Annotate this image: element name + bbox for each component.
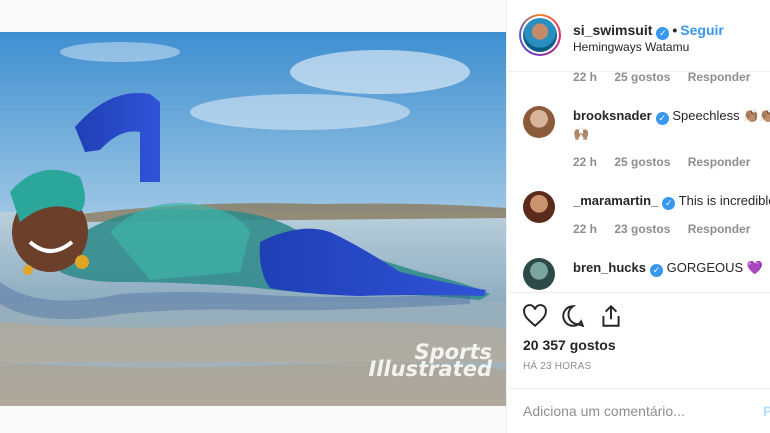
- reply-button[interactable]: Responder: [688, 222, 751, 236]
- avatar[interactable]: [523, 106, 555, 138]
- comment-username[interactable]: _maramartin_: [573, 193, 658, 208]
- comment-text: brooksnader ✓ Speechless 👏🏽👏🏽: [573, 107, 770, 125]
- comment-meta: 22 h 25 gostos Responder: [573, 72, 764, 84]
- comment-body: This is incredible: [678, 193, 770, 208]
- comment-likes[interactable]: 25 gostos: [614, 155, 670, 169]
- comment-time: 22 h: [573, 155, 598, 169]
- reply-button[interactable]: Responder: [688, 72, 751, 84]
- header-user: si_swimsuit ✓ • Seguir: [573, 22, 724, 40]
- avatar[interactable]: [523, 258, 555, 290]
- separator: •: [672, 22, 678, 38]
- watermark: Sports Illustrated: [322, 342, 492, 381]
- comment-body: Speechless: [672, 108, 740, 123]
- comment-text: _maramartin_ ✓ This is incredible: [573, 192, 770, 210]
- comment-text: bren_hucks ✓ GORGEOUS 💜: [573, 259, 770, 277]
- avatar[interactable]: [523, 191, 555, 223]
- post-time: HÁ 23 HORAS: [523, 361, 592, 372]
- side-panel: si_swimsuit ✓ • Seguir Hemingways Watamu 22…: [506, 0, 770, 433]
- comment-time: 22 h: [573, 222, 598, 236]
- comment-username[interactable]: brooksnader: [573, 108, 652, 123]
- comment-meta: 22 h 25 gostos Responder: [573, 155, 764, 169]
- share-icon[interactable]: [598, 303, 624, 329]
- instagram-post: Sports Illustrated si_swimsuit ✓ • Seguir H…: [0, 0, 770, 433]
- post-image[interactable]: Sports Illustrated: [0, 32, 506, 406]
- watermark-line2: Illustrated: [368, 357, 492, 381]
- comment-body: GORGEOUS 💜: [666, 260, 763, 275]
- comment-icon[interactable]: [560, 303, 586, 329]
- clap-icon: 👏🏽👏🏽: [743, 108, 770, 123]
- verified-icon: ✓: [656, 27, 670, 40]
- comment-meta: 22 h 23 gostos Responder: [573, 222, 764, 236]
- comment-time: 22 h: [573, 72, 598, 84]
- top-strip: [0, 0, 506, 32]
- comment-username[interactable]: bren_hucks: [573, 260, 646, 275]
- bottom-strip: [0, 406, 506, 433]
- add-comment-bar: P: [507, 388, 770, 433]
- reply-button[interactable]: Responder: [688, 155, 751, 169]
- avatar-image: [523, 18, 557, 52]
- verified-icon: ✓: [655, 112, 669, 125]
- verified-icon: ✓: [662, 197, 676, 210]
- comment-input[interactable]: [523, 403, 743, 419]
- verified-icon: ✓: [649, 264, 663, 277]
- comment-emoji: 🙌🏽: [573, 126, 590, 141]
- comment-likes[interactable]: 23 gostos: [614, 222, 670, 236]
- comments-list: 22 h 25 gostos Responder brooksnader ✓ Sp…: [507, 72, 770, 292]
- likes-count[interactable]: 20 357 gostos: [523, 337, 616, 353]
- comment-likes[interactable]: 25 gostos: [614, 72, 670, 84]
- action-bar: 20 357 gostos HÁ 23 HORAS: [507, 292, 770, 382]
- username-link[interactable]: si_swimsuit: [573, 22, 652, 38]
- publish-button[interactable]: P: [763, 403, 770, 419]
- post-header: si_swimsuit ✓ • Seguir Hemingways Watamu: [507, 0, 770, 72]
- heart-icon[interactable]: [522, 303, 548, 329]
- avatar[interactable]: [519, 14, 561, 56]
- location-link[interactable]: Hemingways Watamu: [573, 40, 689, 54]
- follow-button[interactable]: Seguir: [680, 22, 724, 38]
